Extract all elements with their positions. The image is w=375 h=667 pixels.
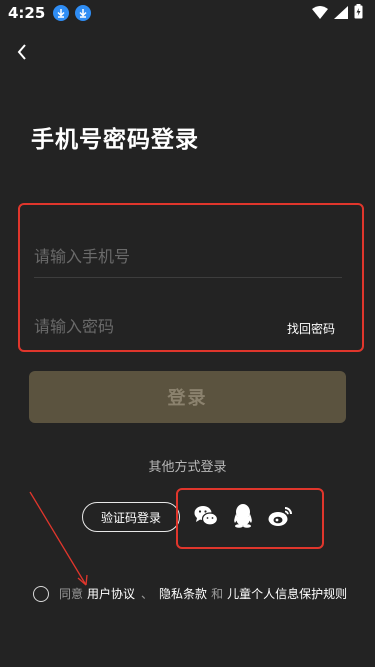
download-notification-icon — [53, 5, 70, 21]
wechat-icon — [194, 506, 218, 526]
status-bar: 4:25 — [0, 0, 375, 26]
login-button[interactable]: 登录 — [29, 371, 346, 423]
wechat-login-button[interactable] — [193, 504, 219, 528]
agreement-row: 同意 用户协议 、 隐私条款 和 儿童个人信息保护规则 — [33, 585, 347, 602]
user-agreement-link[interactable]: 用户协议 — [87, 585, 135, 602]
chevron-left-icon — [17, 44, 26, 60]
weibo-icon — [268, 507, 292, 526]
page-title: 手机号密码登录 — [31, 127, 199, 153]
password-input[interactable] — [34, 305, 274, 347]
agree-separator: 、 — [141, 587, 154, 601]
code-login-button[interactable]: 验证码登录 — [82, 502, 180, 532]
other-login-label: 其他方式登录 — [148, 460, 227, 475]
forgot-password-link[interactable]: 找回密码 — [287, 320, 335, 337]
back-button[interactable] — [10, 40, 34, 64]
phone-input[interactable] — [34, 236, 342, 278]
wifi-icon — [312, 4, 328, 23]
children-privacy-link[interactable]: 儿童个人信息保护规则 — [227, 585, 347, 602]
privacy-policy-link[interactable]: 隐私条款 — [159, 585, 207, 602]
battery-icon — [354, 3, 363, 23]
qq-login-button[interactable] — [230, 504, 256, 528]
qq-icon — [234, 504, 252, 528]
agree-prefix: 同意 — [59, 587, 84, 601]
agree-radio[interactable] — [33, 585, 49, 602]
weibo-login-button[interactable] — [268, 504, 294, 528]
signal-icon — [334, 4, 348, 23]
agree-and: 和 — [211, 587, 224, 601]
download-notification-icon — [75, 5, 92, 21]
status-time: 4:25 — [8, 4, 46, 22]
